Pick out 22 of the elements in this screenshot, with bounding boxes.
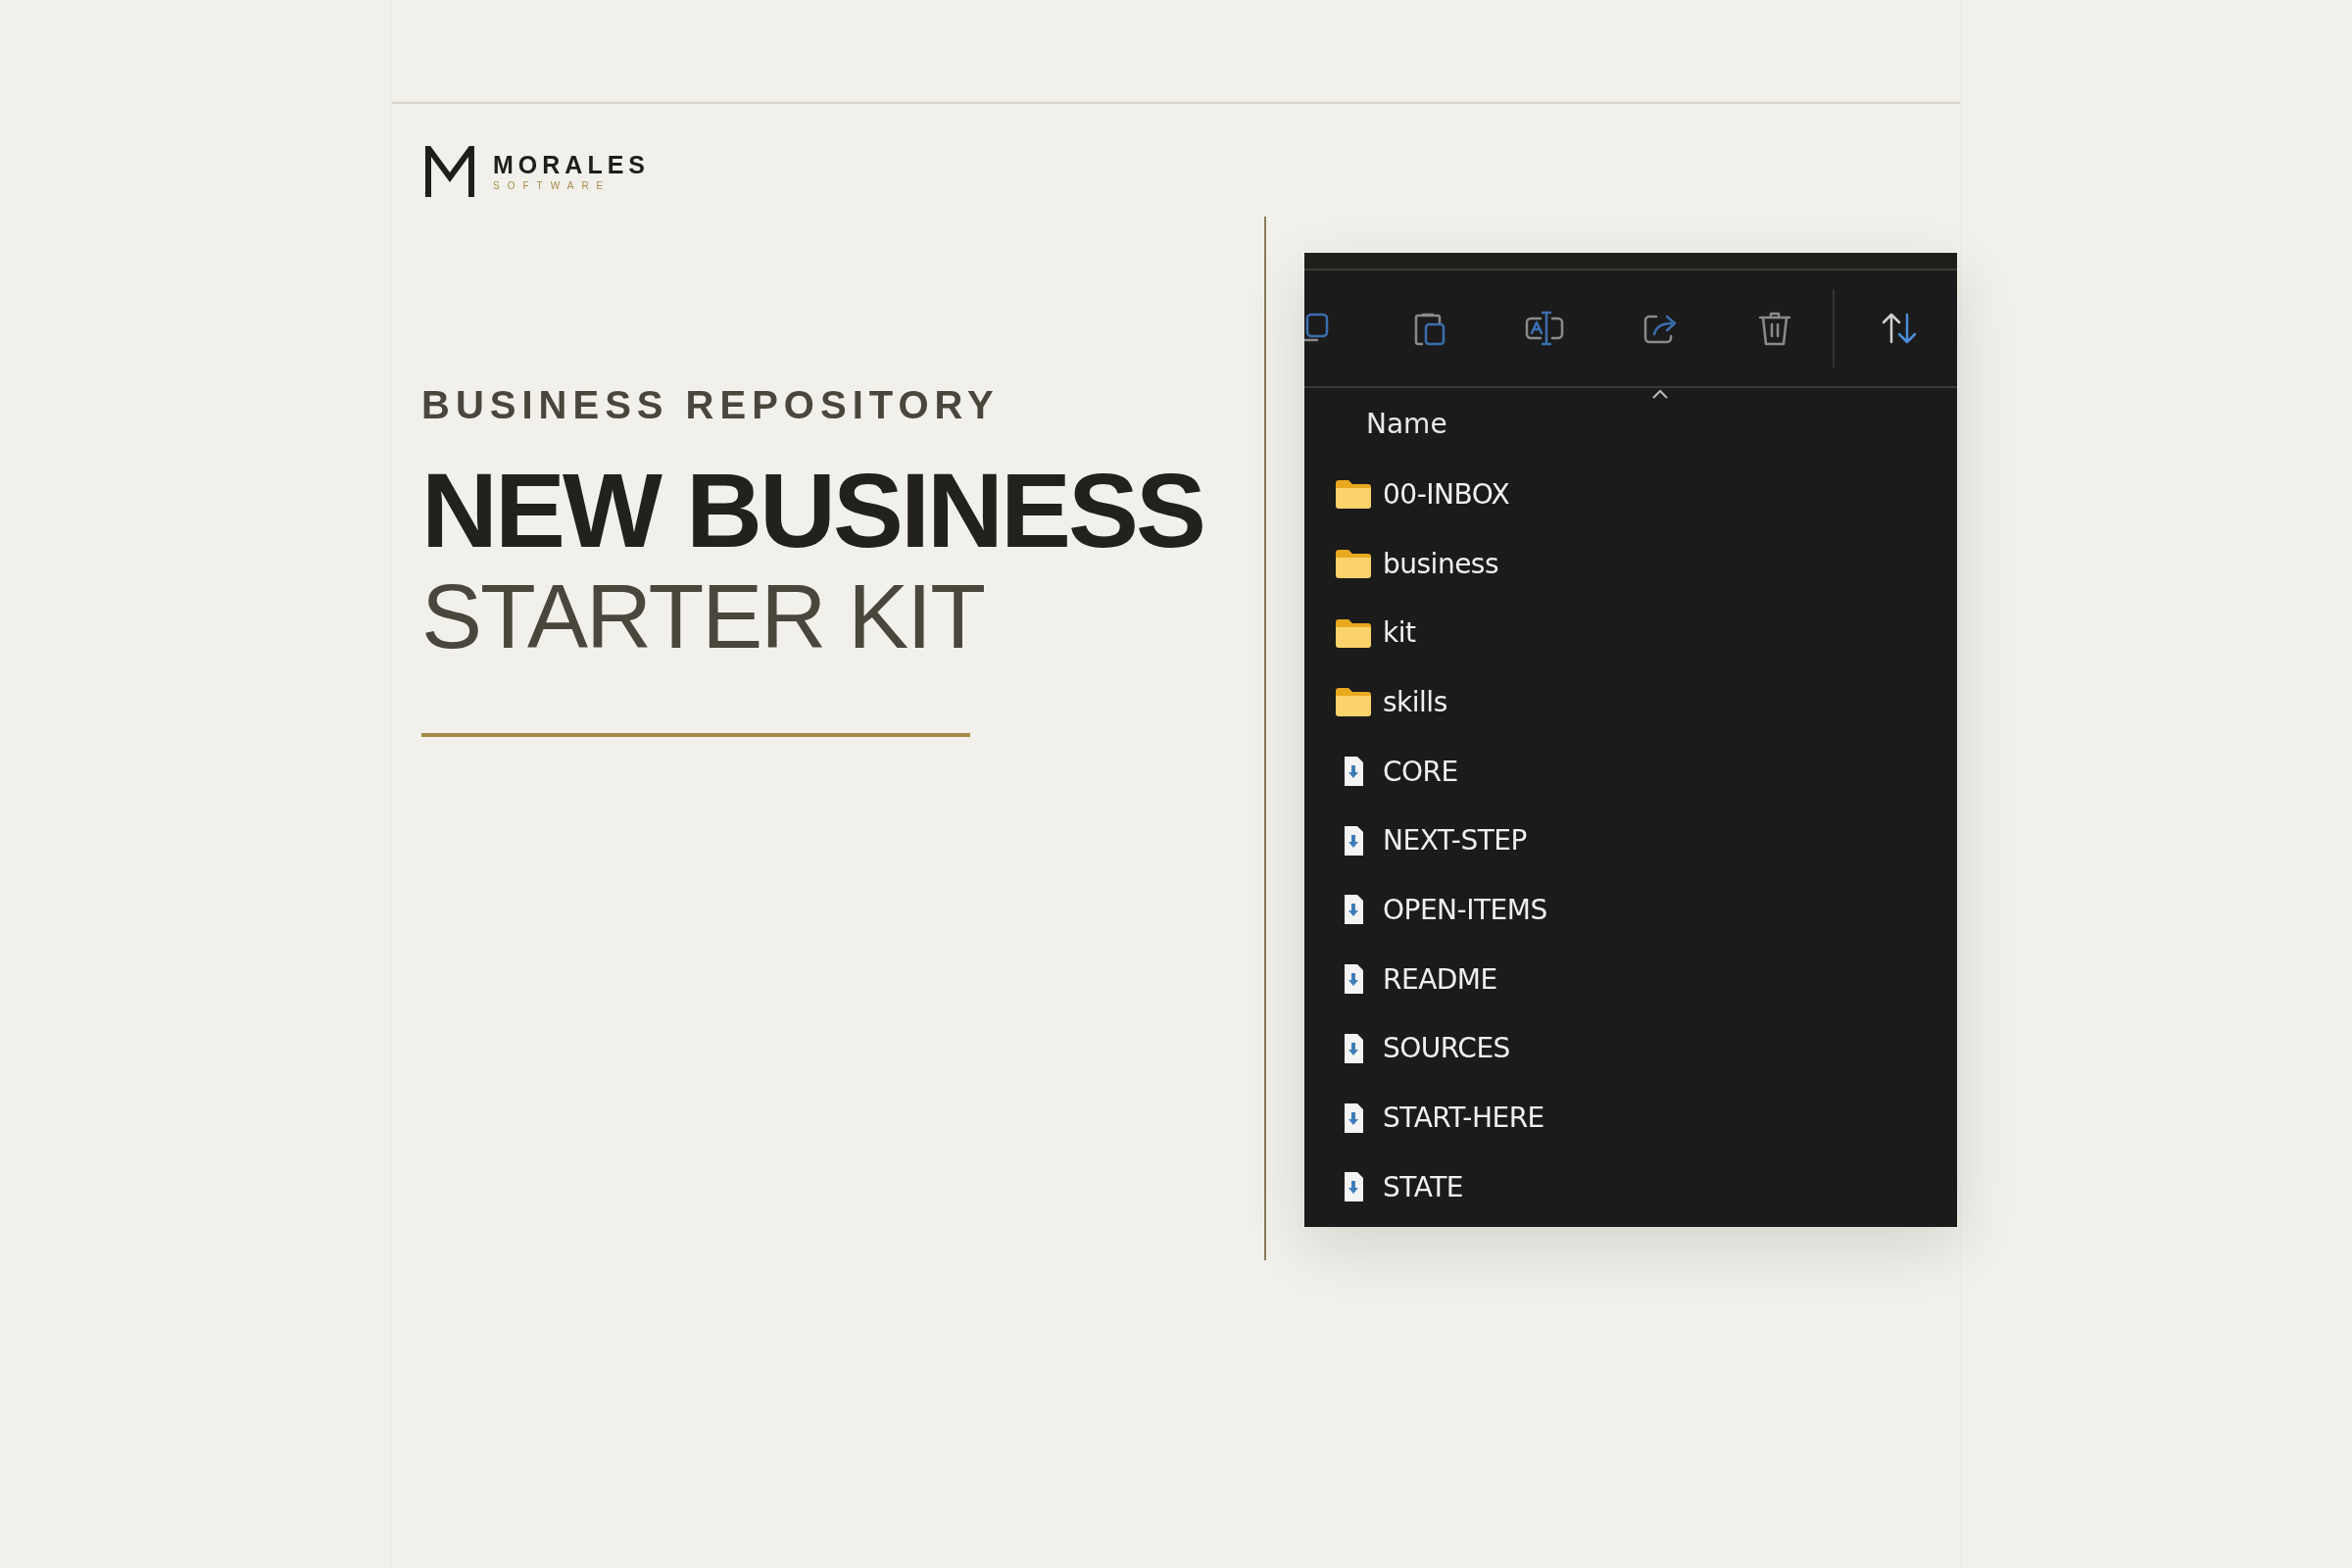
file-item[interactable]: STATE (1304, 1152, 1957, 1222)
file-item[interactable]: CORE (1304, 736, 1957, 807)
file-item[interactable]: OPEN-ITEMS (1304, 875, 1957, 945)
eyebrow-heading: BUSINESS REPOSITORY (421, 385, 1001, 424)
file-item[interactable]: NEXT-STEP (1304, 806, 1957, 876)
name-column-header[interactable]: Name (1366, 408, 1447, 440)
hero-title: NEW BUSINESS (421, 458, 1205, 564)
folder-item[interactable]: skills (1304, 667, 1957, 737)
folder-icon (1334, 477, 1373, 512)
folder-item[interactable]: kit (1304, 598, 1957, 668)
file-item[interactable]: README (1304, 944, 1957, 1014)
logo-icon (424, 146, 475, 197)
file-item[interactable]: START-HERE (1304, 1083, 1957, 1152)
hero-subtitle: STARTER KIT (421, 571, 985, 662)
folder-item[interactable]: business (1304, 528, 1957, 599)
brand-name: MORALES (493, 152, 650, 177)
file-item[interactable]: SOURCES (1304, 1013, 1957, 1084)
brand-tagline: SOFTWARE (493, 180, 612, 191)
folder-icon (1334, 547, 1373, 581)
folder-item[interactable]: 00-INBOX (1304, 460, 1957, 529)
folder-icon (1334, 685, 1373, 719)
sort-caret-icon (1650, 388, 1670, 400)
